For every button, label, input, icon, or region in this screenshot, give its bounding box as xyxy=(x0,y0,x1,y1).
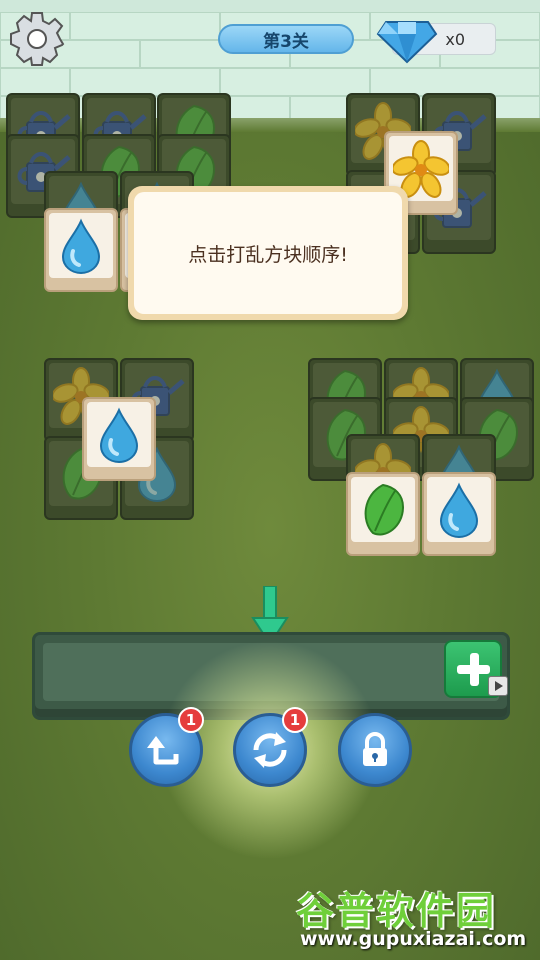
level-label: 第3关 xyxy=(263,31,309,52)
video-icon xyxy=(488,676,508,696)
watermark-title: 谷普软件园 xyxy=(296,889,497,933)
shuffle-badge: 1 xyxy=(282,707,308,733)
tile-drop[interactable] xyxy=(44,208,118,292)
tile-drop[interactable] xyxy=(82,397,156,481)
diamond-icon xyxy=(376,21,438,64)
shuffle-icon xyxy=(253,732,287,768)
undo-badge: 1 xyxy=(178,707,204,733)
gem-count: x0 xyxy=(445,29,465,49)
hint-message: 点击打乱方块顺序! xyxy=(188,243,348,266)
tile-drop[interactable] xyxy=(422,472,496,556)
lock-button[interactable] xyxy=(338,713,412,787)
drop-icon xyxy=(53,217,109,275)
gear-icon[interactable] xyxy=(8,10,66,68)
level-indicator: 第3关 xyxy=(218,24,354,54)
lock-icon xyxy=(363,732,387,766)
tile-leaf[interactable] xyxy=(346,472,420,556)
leaf-icon xyxy=(355,481,411,539)
undo-icon xyxy=(147,736,179,765)
watermark-url: www.gupuxiazai.com xyxy=(300,928,527,950)
hint-dialog: 点击打乱方块顺序! xyxy=(128,186,408,320)
